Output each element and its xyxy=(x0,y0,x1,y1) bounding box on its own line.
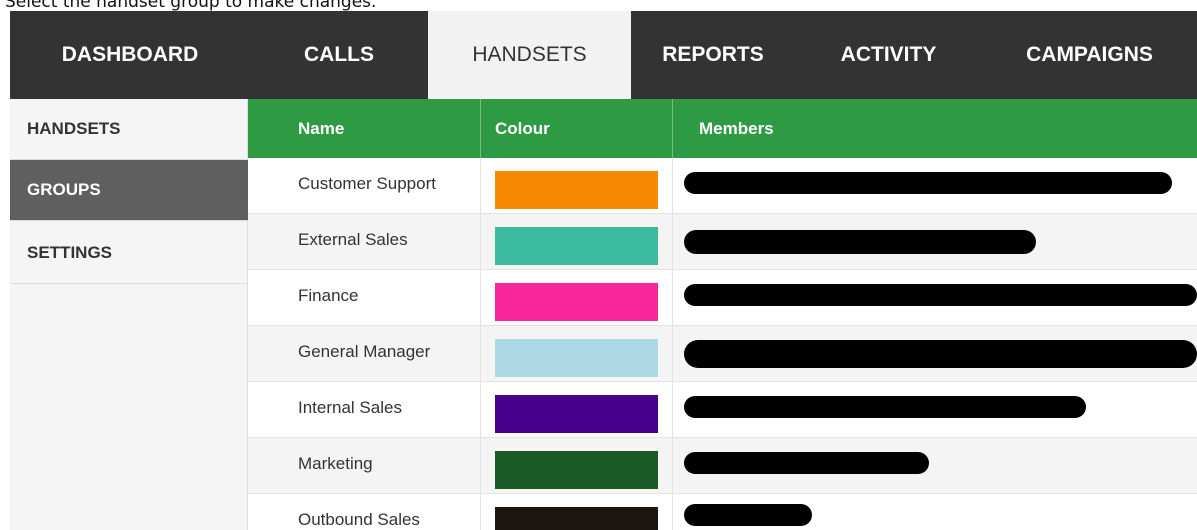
cell-divider xyxy=(480,158,481,214)
cell-divider xyxy=(480,326,481,382)
sidebar-item-handsets[interactable]: HANDSETS xyxy=(10,99,248,160)
cell-divider xyxy=(480,270,481,326)
cell-divider xyxy=(672,158,673,214)
cell-divider xyxy=(672,382,673,438)
cell-divider xyxy=(672,438,673,494)
redaction-mark xyxy=(684,284,1197,306)
cell-divider xyxy=(480,214,481,270)
group-name: External Sales xyxy=(298,230,408,249)
top-navigation: DASHBOARD CALLS HANDSETS REPORTS ACTIVIT… xyxy=(10,11,1197,99)
group-name: Internal Sales xyxy=(298,398,402,417)
table-row[interactable]: Customer Support xyxy=(248,158,1197,214)
sidebar-item-groups[interactable]: GROUPS xyxy=(10,160,248,221)
group-name: General Manager xyxy=(298,342,431,361)
table-row[interactable]: Internal Sales xyxy=(248,382,1197,438)
colour-swatch xyxy=(495,507,658,530)
tab-activity[interactable]: ACTIVITY xyxy=(795,11,982,99)
table-row[interactable]: Finance xyxy=(248,270,1197,326)
sidebar: HANDSETS GROUPS SETTINGS xyxy=(10,99,248,530)
table-row[interactable]: Marketing xyxy=(248,438,1197,494)
table-row[interactable]: Outbound Sales xyxy=(248,494,1197,530)
tab-calls[interactable]: CALLS xyxy=(250,11,428,99)
table-header: Name Colour Members xyxy=(248,99,1197,158)
colour-swatch xyxy=(495,451,658,489)
colour-swatch xyxy=(495,339,658,377)
column-header-name[interactable]: Name xyxy=(298,99,344,158)
tab-handsets[interactable]: HANDSETS xyxy=(428,11,631,99)
tab-reports[interactable]: REPORTS xyxy=(631,11,795,99)
tab-dashboard[interactable]: DASHBOARD xyxy=(10,11,250,99)
tab-campaigns[interactable]: CAMPAIGNS xyxy=(982,11,1197,99)
redaction-mark xyxy=(684,452,929,474)
cell-divider xyxy=(672,494,673,530)
column-divider xyxy=(672,99,673,158)
group-name: Outbound Sales xyxy=(298,510,420,529)
cell-divider xyxy=(480,438,481,494)
group-name: Finance xyxy=(298,286,359,305)
redaction-mark xyxy=(684,396,1086,418)
group-name: Customer Support xyxy=(298,174,436,193)
redaction-mark xyxy=(684,230,1036,254)
cell-divider xyxy=(672,326,673,382)
column-header-colour[interactable]: Colour xyxy=(495,99,550,158)
cell-divider xyxy=(672,270,673,326)
column-header-members[interactable]: Members xyxy=(699,99,774,158)
redaction-mark xyxy=(684,340,1197,368)
cell-divider xyxy=(480,494,481,530)
redaction-mark xyxy=(684,172,1172,194)
cell-divider xyxy=(480,382,481,438)
colour-swatch xyxy=(495,283,658,321)
sidebar-item-settings[interactable]: SETTINGS xyxy=(10,223,248,284)
table-row[interactable]: General Manager xyxy=(248,326,1197,382)
colour-swatch xyxy=(495,227,658,265)
colour-swatch xyxy=(495,171,658,209)
colour-swatch xyxy=(495,395,658,433)
cell-divider xyxy=(672,214,673,270)
table-row[interactable]: External Sales xyxy=(248,214,1197,270)
redaction-mark xyxy=(684,504,812,526)
column-divider xyxy=(480,99,481,158)
group-name: Marketing xyxy=(298,454,373,473)
